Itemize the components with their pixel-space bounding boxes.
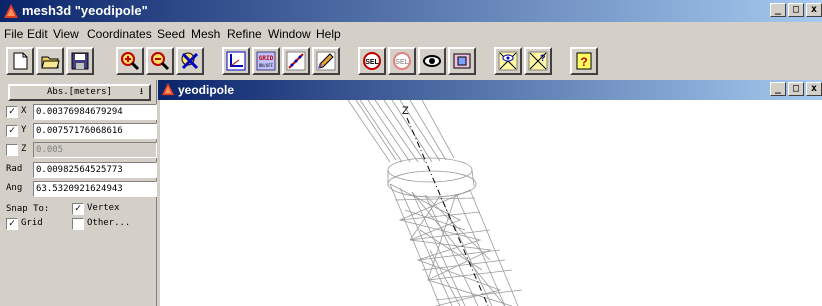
units-dropdown[interactable]: Abs.[meters] ⭳ <box>8 84 151 101</box>
maximize-button[interactable]: □ <box>788 3 804 17</box>
child-logo-icon <box>161 82 175 96</box>
zoom-cancel-icon <box>181 52 199 70</box>
menu-window[interactable]: Window <box>268 27 311 41</box>
x-label: X <box>21 106 27 116</box>
z-axis-label: Z <box>402 105 409 117</box>
zoom-out-button[interactable] <box>146 47 174 75</box>
rad-field[interactable]: 0.00982564525773 <box>33 162 157 178</box>
y-label: Y <box>21 125 27 135</box>
coordinate-panel: Abs.[meters] ⭳ ✓ X 0.00376984679294 ✓ Y … <box>0 80 157 306</box>
save-file-button[interactable] <box>66 47 94 75</box>
grid-onoff-icon: GRIDON/OFF <box>256 51 276 71</box>
rad-label: Rad <box>6 164 23 174</box>
snap-vertex-label: Vertex <box>87 203 120 213</box>
units-value: Abs.[meters] <box>46 87 113 97</box>
snap-to-label: Snap To: <box>6 204 50 214</box>
help-button[interactable]: ? <box>570 47 598 75</box>
open-file-button[interactable] <box>36 47 64 75</box>
child-window-title: yeodipole <box>178 83 235 97</box>
x-checkbox[interactable]: ✓ <box>6 106 18 118</box>
child-minimize-button[interactable]: _ <box>770 82 786 96</box>
help-label: ? <box>580 55 587 69</box>
mesh-query-icon: ? <box>528 51 548 71</box>
zoom-reset-button[interactable] <box>176 47 204 75</box>
z-checkbox[interactable] <box>6 144 18 156</box>
snap-grid-checkbox[interactable]: ✓ <box>6 218 18 230</box>
app-logo-icon <box>4 4 18 18</box>
mesh-viewport[interactable]: Z <box>160 100 822 306</box>
snap-grid-label: Grid <box>21 218 43 228</box>
help-icon: ? <box>576 52 592 70</box>
y-field[interactable]: 0.00757176068616 <box>33 123 157 139</box>
close-button[interactable]: x <box>806 3 822 17</box>
frame-icon <box>453 53 471 69</box>
select-button[interactable]: SEL <box>358 47 386 75</box>
child-title-bar[interactable]: yeodipole _ □ x <box>158 80 822 100</box>
z-label: Z <box>21 144 27 154</box>
main-title-bar[interactable]: mesh3d "yeodipole" _ □ x <box>0 0 822 22</box>
sel-label-disabled: SEL <box>395 59 409 66</box>
eye-icon <box>423 55 441 67</box>
zoom-in-button[interactable] <box>116 47 144 75</box>
mesh-query-button[interactable]: ? <box>524 47 552 75</box>
select-icon: SEL <box>363 52 381 70</box>
ang-field[interactable]: 63.5320921624943 <box>33 181 157 197</box>
axes-button[interactable] <box>222 47 250 75</box>
paint-button[interactable] <box>312 47 340 75</box>
chevron-down-icon: ⭳ <box>139 87 143 97</box>
sel-label: SEL <box>365 59 379 66</box>
floppy-disk-icon <box>71 52 89 70</box>
menu-coordinates[interactable]: Coordinates <box>87 27 152 41</box>
child-close-button[interactable]: x <box>806 82 822 96</box>
select-disabled-icon: SEL <box>393 52 411 70</box>
view-frame-button[interactable] <box>448 47 476 75</box>
zoom-out-icon <box>151 52 170 71</box>
zoom-in-icon <box>121 52 140 71</box>
menu-help[interactable]: Help <box>316 27 341 41</box>
brush-icon <box>316 51 336 71</box>
new-document-icon <box>13 52 28 70</box>
minimize-button[interactable]: _ <box>770 3 786 17</box>
menu-refine[interactable]: Refine <box>227 27 262 41</box>
menu-seed[interactable]: Seed <box>157 27 185 41</box>
svg-text:?: ? <box>540 53 546 63</box>
snap-vertex-checkbox[interactable]: ✓ <box>72 203 84 215</box>
child-maximize-button[interactable]: □ <box>788 82 804 96</box>
x-field[interactable]: 0.00376984679294 <box>33 104 157 120</box>
ang-label: Ang <box>6 183 23 193</box>
open-folder-icon <box>41 56 60 69</box>
snap-other-label: Other... <box>87 218 131 228</box>
menu-mesh[interactable]: Mesh <box>191 27 220 41</box>
scatter-points-icon <box>286 51 306 71</box>
mesh-eye-icon <box>498 51 518 71</box>
toolbar: GRID ON/OFF SEL SEL ? ? <box>0 44 822 78</box>
menu-edit[interactable]: Edit <box>27 27 48 41</box>
menu-file[interactable]: File <box>4 27 23 41</box>
view-eye-button[interactable] <box>418 47 446 75</box>
mesh-wireframe: Z <box>347 100 523 306</box>
points-button[interactable] <box>282 47 310 75</box>
grid-toggle-button[interactable]: GRID ON/OFF <box>252 47 280 75</box>
select-disabled-button[interactable]: SEL <box>388 47 416 75</box>
snap-other-checkbox[interactable] <box>72 218 84 230</box>
grid-label-bottom: ON/OFF <box>259 63 274 68</box>
grid-label-top: GRID <box>259 55 274 62</box>
y-checkbox[interactable]: ✓ <box>6 125 18 137</box>
child-window: yeodipole _ □ x Z <box>158 80 822 306</box>
mesh-view-button[interactable] <box>494 47 522 75</box>
z-field[interactable]: 0.005 <box>33 142 157 158</box>
menu-view[interactable]: View <box>53 27 79 41</box>
window-title: mesh3d "yeodipole" <box>22 3 148 18</box>
menu-bar: File Edit View Coordinates Seed Mesh Ref… <box>0 24 822 43</box>
new-file-button[interactable] <box>6 47 34 75</box>
axes-icon <box>226 51 246 71</box>
